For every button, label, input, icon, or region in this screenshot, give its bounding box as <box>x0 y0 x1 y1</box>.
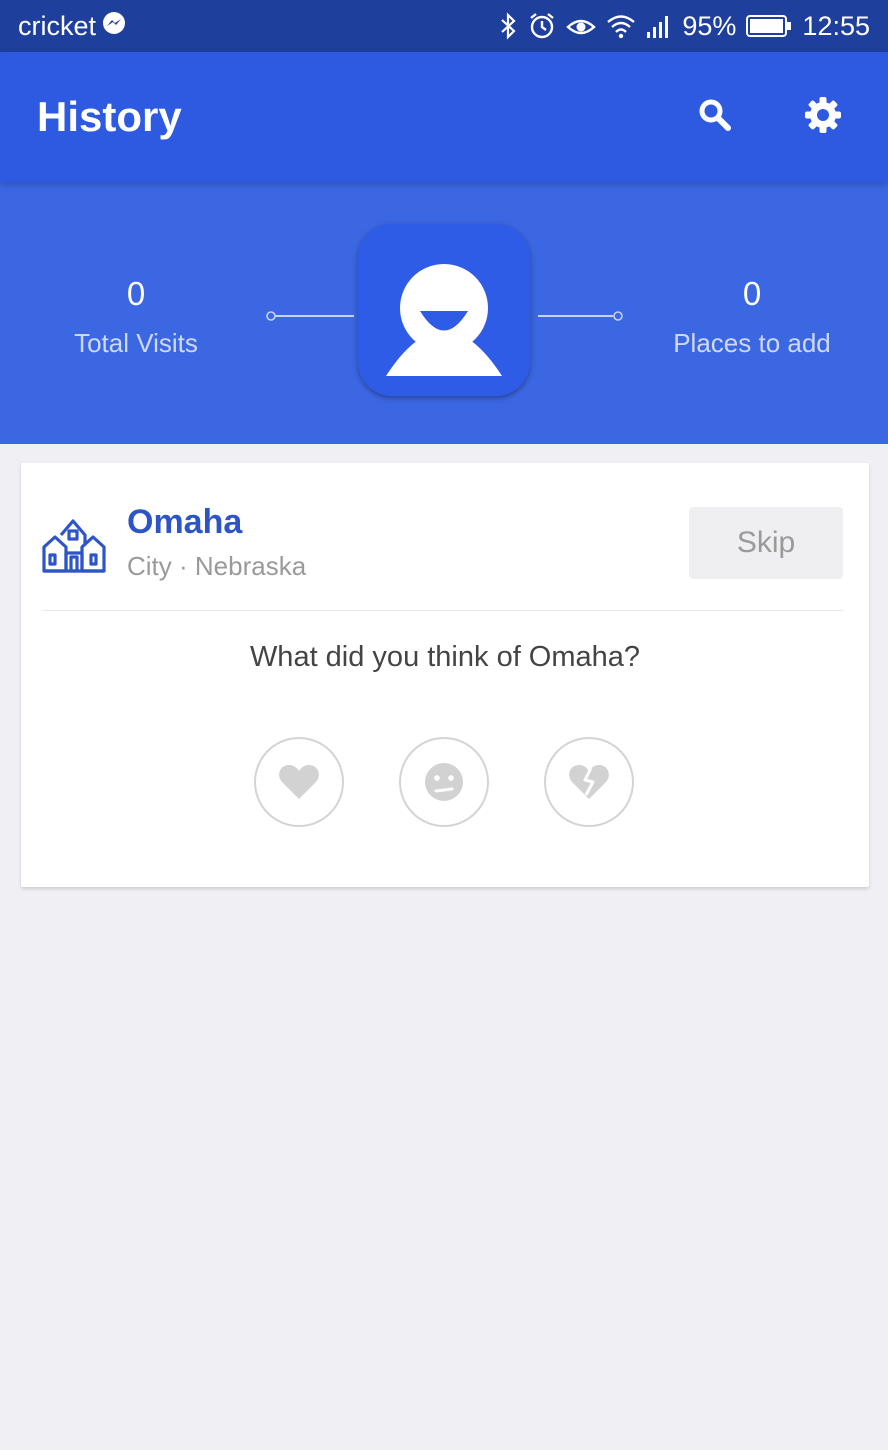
love-button[interactable] <box>254 737 344 827</box>
card-divider <box>43 610 843 611</box>
total-visits-label: Total Visits <box>74 328 198 358</box>
places-to-add-stat: 0 Places to add <box>632 274 872 360</box>
place-review-card: Omaha City · Nebraska Skip What did you … <box>21 463 869 887</box>
total-visits-value: 0 <box>126 275 146 312</box>
user-avatar-icon <box>386 264 502 376</box>
place-name[interactable]: Omaha <box>127 503 242 542</box>
skip-button[interactable]: Skip <box>689 507 843 579</box>
dislike-button[interactable] <box>544 737 634 827</box>
bluetooth-icon <box>498 12 518 40</box>
messenger-icon <box>102 11 126 42</box>
places-to-add-value: 0 <box>742 275 762 312</box>
app-bar: History <box>0 52 888 182</box>
wifi-icon <box>606 13 636 39</box>
clock: 12:55 <box>802 10 870 41</box>
review-question: What did you think of Omaha? <box>249 641 641 673</box>
battery-level: 95% <box>682 10 737 41</box>
place-meta: City · Nebraska <box>127 551 307 581</box>
settings-button[interactable] <box>794 88 852 146</box>
search-icon <box>698 98 732 137</box>
page-title: History <box>37 93 182 140</box>
alarm-icon <box>528 12 556 40</box>
status-left: cricket <box>18 11 126 42</box>
city-icon <box>42 519 106 573</box>
neutral-face-icon <box>425 763 463 801</box>
stats-header: 0 Total Visits 0 Places to add <box>0 182 888 444</box>
avatar[interactable] <box>358 224 530 396</box>
settings-icon <box>804 96 842 139</box>
eye-icon <box>566 14 597 38</box>
neutral-button[interactable] <box>399 737 489 827</box>
app-bar-actions <box>686 88 888 146</box>
signal-icon <box>646 13 672 39</box>
heart-icon <box>279 765 319 799</box>
broken-heart-icon <box>569 765 609 799</box>
status-right: 95% 12:55 <box>498 11 870 42</box>
carrier-name: cricket <box>18 10 97 41</box>
places-to-add-label: Places to add <box>673 328 831 358</box>
search-button[interactable] <box>686 88 744 146</box>
total-visits-stat: 0 Total Visits <box>16 274 256 360</box>
status-bar: cricket 95% 12:55 <box>0 0 888 52</box>
battery-icon <box>746 14 792 38</box>
right-connector-line <box>538 311 623 321</box>
left-connector-line <box>266 311 354 321</box>
